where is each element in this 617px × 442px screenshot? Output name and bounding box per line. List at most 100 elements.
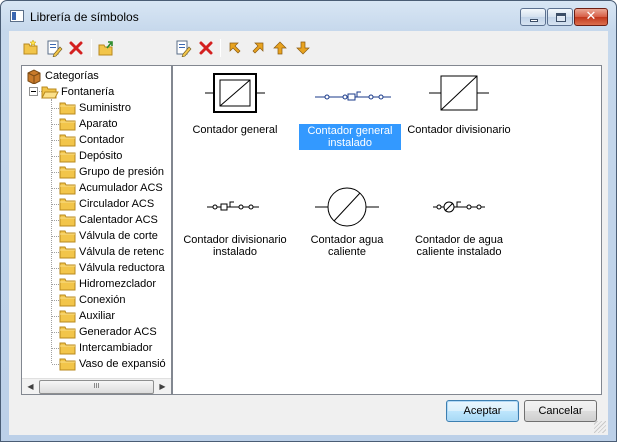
- symbol-item-contador-agua-caliente-instalado[interactable]: Contador de agua caliente instalado: [399, 178, 519, 268]
- scroll-left-arrow-icon[interactable]: ◀: [22, 379, 39, 394]
- arrow-top-left-icon: [229, 42, 241, 54]
- cancel-button[interactable]: Cancelar: [524, 400, 597, 422]
- tree-item-label: Acumulador ACS: [79, 182, 163, 194]
- category-tree[interactable]: Categorías Fontanería Suministro Aparato C…: [21, 65, 172, 395]
- tree-item[interactable]: Vaso de expansió: [59, 356, 171, 372]
- toolbar: [9, 31, 608, 63]
- folder-icon: [59, 118, 76, 131]
- tree-item[interactable]: Generador ACS: [59, 324, 171, 340]
- symbol-label-line: Contador general: [192, 124, 278, 136]
- symbol-label: Contador divisionario instalado: [175, 234, 295, 258]
- folder-icon: [59, 294, 76, 307]
- tree-connector: [52, 332, 59, 333]
- tree-item-label: Contador: [79, 134, 125, 146]
- tree-item[interactable]: Válvula reductora: [59, 260, 171, 276]
- tree-group-label: Fontanería: [61, 86, 115, 98]
- meter-general-installed-symbol-icon: [315, 91, 391, 101]
- tree-item[interactable]: Aparato: [59, 116, 171, 132]
- symbol-label: Contador divisionario: [399, 124, 519, 136]
- edit-document-icon: [176, 40, 192, 58]
- symbol-label: Contador de agua caliente instalado: [399, 234, 519, 258]
- tree-item[interactable]: Circulador ACS: [59, 196, 171, 212]
- scroll-right-arrow-icon[interactable]: ▶: [154, 379, 171, 394]
- tree-connector: [52, 348, 59, 349]
- tree-connector: [51, 99, 52, 363]
- tree-horizontal-scrollbar[interactable]: ◀ III ▶: [22, 378, 171, 394]
- delete-category-button[interactable]: [67, 39, 85, 57]
- import-button[interactable]: [97, 39, 115, 57]
- folder-icon: [59, 326, 76, 339]
- folder-icon: [59, 214, 76, 227]
- move-up-button[interactable]: [271, 39, 289, 57]
- tree-item[interactable]: Depósito: [59, 148, 171, 164]
- arrow-up-right-icon: [252, 42, 264, 54]
- symbol-item-contador-agua-caliente[interactable]: Contador agua caliente: [287, 178, 407, 268]
- minimize-button[interactable]: [520, 8, 546, 26]
- symbol-label-line: caliente instalado: [416, 246, 502, 258]
- tree-item-label: Válvula reductora: [79, 262, 165, 274]
- delete-symbol-button[interactable]: [197, 39, 215, 57]
- maximize-icon: [556, 13, 566, 22]
- move-first-button[interactable]: [226, 39, 244, 57]
- tree-item-label: Calentador ACS: [79, 214, 158, 226]
- delete-x-icon: [199, 41, 213, 55]
- accept-button[interactable]: Aceptar: [446, 400, 519, 422]
- scroll-thumb[interactable]: III: [39, 380, 154, 394]
- resize-grip[interactable]: [594, 421, 606, 433]
- symbol-label-line: Contador agua: [310, 234, 384, 246]
- tree-item[interactable]: Grupo de presión: [59, 164, 171, 180]
- edit-symbol-button[interactable]: [174, 39, 192, 58]
- symbol-library-window: Librería de símbolos ✕ Categorías Fontan…: [0, 0, 617, 442]
- symbol-list[interactable]: Contador general Contador general instal…: [172, 65, 602, 395]
- folder-icon: [59, 182, 76, 195]
- tree-item-label: Suministro: [79, 102, 131, 114]
- move-down-button[interactable]: [294, 39, 312, 57]
- tree-item[interactable]: Intercambiador: [59, 340, 171, 356]
- symbol-label-line: Contador divisionario: [183, 234, 287, 246]
- folder-import-icon: [98, 41, 113, 56]
- folder-icon: [59, 102, 76, 115]
- close-button[interactable]: ✕: [574, 8, 608, 26]
- symbol-label-selected: Contador general instalado: [299, 124, 401, 150]
- tree-item[interactable]: Suministro: [59, 100, 171, 116]
- tree-item[interactable]: Válvula de corte: [59, 228, 171, 244]
- tree-item[interactable]: Conexión: [59, 292, 171, 308]
- tree-connector: [52, 188, 59, 189]
- toolbar-separator: [220, 39, 221, 57]
- tree-connector: [52, 156, 59, 157]
- symbol-item-contador-divisionario[interactable]: Contador divisionario: [399, 68, 519, 158]
- tree-item[interactable]: Auxiliar: [59, 308, 171, 324]
- tree-group-fontaneria[interactable]: Fontanería: [41, 84, 171, 100]
- folder-icon: [59, 310, 76, 323]
- tree-item-label: Generador ACS: [79, 326, 157, 338]
- symbol-item-contador-general-instalado[interactable]: Contador general instalado: [293, 68, 413, 158]
- minimize-icon: [530, 19, 538, 22]
- edit-category-button[interactable]: [45, 39, 63, 58]
- tree-item[interactable]: Acumulador ACS: [59, 180, 171, 196]
- tree-item[interactable]: Válvula de retenc: [59, 244, 171, 260]
- tree-connector: [52, 172, 59, 173]
- delete-x-icon: [69, 41, 83, 55]
- tree-item-label: Vaso de expansió: [79, 358, 166, 370]
- tree-item-label: Intercambiador: [79, 342, 153, 354]
- title-bar[interactable]: Librería de símbolos ✕: [1, 1, 616, 31]
- tree-item-label: Válvula de retenc: [79, 246, 164, 258]
- tree-item[interactable]: Hidromezclador: [59, 276, 171, 292]
- move-prev-button[interactable]: [249, 39, 267, 57]
- symbol-label-line: instalado: [212, 246, 258, 258]
- symbol-item-contador-general[interactable]: Contador general: [175, 68, 295, 158]
- symbol-item-contador-divisionario-instalado[interactable]: Contador divisionario instalado: [175, 178, 295, 268]
- tree-collapse-toggle[interactable]: [29, 87, 38, 96]
- maximize-button[interactable]: [547, 8, 573, 26]
- new-category-button[interactable]: [22, 39, 40, 57]
- symbol-label-line: Contador divisionario: [407, 124, 511, 136]
- folder-icon: [59, 134, 76, 147]
- tree-root-categories[interactable]: Categorías: [25, 68, 165, 84]
- tree-item[interactable]: Contador: [59, 132, 171, 148]
- window-title: Librería de símbolos: [30, 10, 139, 24]
- edit-document-icon: [47, 40, 63, 58]
- arrow-up-icon: [273, 41, 287, 55]
- folder-icon: [59, 166, 76, 179]
- tree-item[interactable]: Calentador ACS: [59, 212, 171, 228]
- tree-connector: [52, 108, 59, 109]
